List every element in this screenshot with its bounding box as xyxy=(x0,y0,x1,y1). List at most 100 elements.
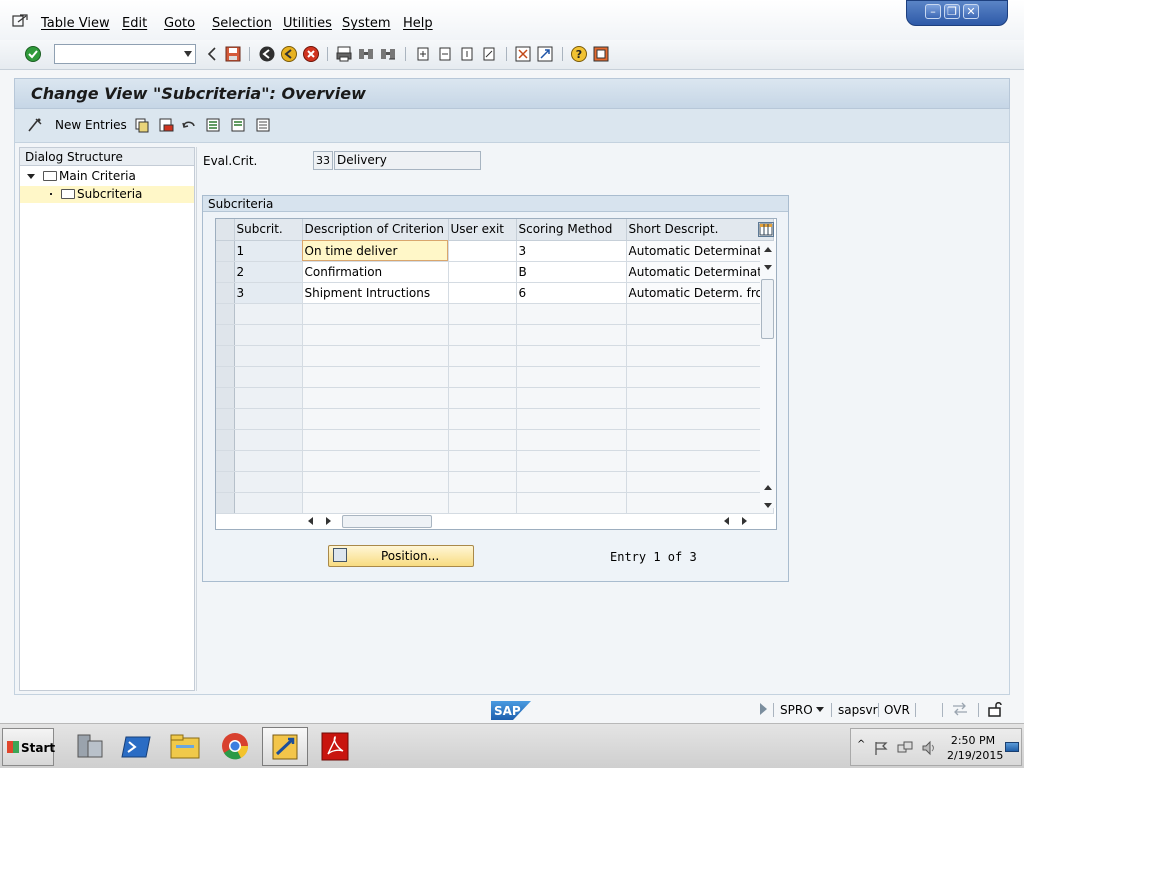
new-session-icon[interactable] xyxy=(514,45,532,63)
row-selector[interactable] xyxy=(216,471,235,493)
user-exit-cell[interactable] xyxy=(448,408,517,430)
subcrit-cell[interactable] xyxy=(234,471,303,493)
scoring-method-cell[interactable] xyxy=(516,303,627,325)
menu-goto[interactable]: Goto xyxy=(164,16,195,31)
save-icon[interactable] xyxy=(224,45,242,63)
scoring-method-cell[interactable] xyxy=(516,429,627,451)
delete-icon[interactable] xyxy=(158,117,174,133)
scroll-right-icon[interactable] xyxy=(326,517,331,525)
row-selector[interactable] xyxy=(216,429,235,451)
show-hidden-icons-icon[interactable]: ^ xyxy=(857,739,865,750)
cancel-icon[interactable] xyxy=(302,45,320,63)
user-exit-cell[interactable] xyxy=(448,261,517,283)
last-page-icon[interactable] xyxy=(480,45,498,63)
chrome-icon[interactable] xyxy=(212,727,258,766)
panel-splitter[interactable] xyxy=(196,147,200,691)
scroll-page-up-icon[interactable] xyxy=(764,485,772,490)
show-desktop-icon[interactable] xyxy=(1005,742,1019,752)
user-exit-cell[interactable] xyxy=(448,240,517,262)
description-cell[interactable] xyxy=(302,450,449,472)
description-cell[interactable] xyxy=(302,303,449,325)
find-next-icon[interactable] xyxy=(379,45,397,63)
row-selector[interactable] xyxy=(216,240,235,262)
row-selector[interactable] xyxy=(216,282,235,304)
sap-logon-icon[interactable] xyxy=(262,727,308,766)
insert-mode[interactable]: OVR xyxy=(884,703,910,717)
expand-triangle-icon[interactable] xyxy=(27,174,35,179)
command-field[interactable] xyxy=(54,44,196,64)
scoring-method-cell[interactable]: 3 xyxy=(516,240,627,262)
previous-page-icon[interactable] xyxy=(436,45,454,63)
menu-selection[interactable]: Selection xyxy=(212,16,272,31)
subcrit-cell[interactable] xyxy=(234,366,303,388)
shortcut-icon[interactable] xyxy=(536,45,554,63)
horizontal-scroll-thumb[interactable] xyxy=(342,515,432,528)
enter-check-icon[interactable] xyxy=(24,45,42,63)
explorer-icon[interactable] xyxy=(162,727,208,766)
scoring-method-cell[interactable]: 6 xyxy=(516,282,627,304)
scoring-method-cell[interactable] xyxy=(516,366,627,388)
column-header-user-exit[interactable]: User exit xyxy=(448,219,517,241)
scoring-method-cell[interactable] xyxy=(516,324,627,346)
deselect-all-icon[interactable] xyxy=(255,117,271,133)
user-exit-cell[interactable] xyxy=(448,387,517,409)
new-entries-button[interactable]: New Entries xyxy=(55,118,127,132)
lock-icon[interactable] xyxy=(986,700,1004,718)
vertical-scrollbar[interactable] xyxy=(760,241,776,508)
subcrit-cell[interactable] xyxy=(234,429,303,451)
row-selector[interactable] xyxy=(216,261,235,283)
scoring-method-cell[interactable] xyxy=(516,408,627,430)
subcrit-cell[interactable] xyxy=(234,303,303,325)
subcrit-cell[interactable] xyxy=(234,345,303,367)
subcrit-cell[interactable] xyxy=(234,324,303,346)
scoring-method-cell[interactable] xyxy=(516,492,627,514)
user-exit-cell[interactable] xyxy=(448,345,517,367)
chevron-down-icon[interactable] xyxy=(184,51,192,57)
find-icon[interactable] xyxy=(357,45,375,63)
column-header-description[interactable]: Description of Criterion xyxy=(302,219,449,241)
menu-edit[interactable]: Edit xyxy=(122,16,147,31)
row-selector[interactable] xyxy=(216,366,235,388)
menu-table-view[interactable]: Table View xyxy=(41,16,110,31)
row-selector[interactable] xyxy=(216,303,235,325)
menu-system[interactable]: System xyxy=(342,16,390,31)
first-page-icon[interactable] xyxy=(414,45,432,63)
server-manager-icon[interactable] xyxy=(66,727,112,766)
vertical-scroll-thumb[interactable] xyxy=(761,279,774,339)
menu-options-icon[interactable] xyxy=(12,14,28,28)
horizontal-scrollbar[interactable] xyxy=(304,513,754,529)
subcrit-cell[interactable]: 3 xyxy=(234,282,303,304)
user-exit-cell[interactable] xyxy=(448,324,517,346)
description-cell[interactable] xyxy=(302,366,449,388)
column-settings-icon[interactable] xyxy=(758,222,774,237)
row-selector[interactable] xyxy=(216,492,235,514)
column-header-scoring-method[interactable]: Scoring Method xyxy=(516,219,627,241)
scoring-method-cell[interactable]: B xyxy=(516,261,627,283)
user-exit-cell[interactable] xyxy=(448,450,517,472)
subcrit-cell[interactable] xyxy=(234,492,303,514)
column-header-subcrit[interactable]: Subcrit. xyxy=(234,219,303,241)
row-selector[interactable] xyxy=(216,345,235,367)
description-cell[interactable] xyxy=(302,492,449,514)
undo-change-icon[interactable] xyxy=(181,117,197,133)
row-selector[interactable] xyxy=(216,387,235,409)
description-cell[interactable] xyxy=(302,429,449,451)
select-all-icon[interactable] xyxy=(205,117,221,133)
scroll-right-end-icon[interactable] xyxy=(742,517,747,525)
copy-as-icon[interactable] xyxy=(134,117,150,133)
print-icon[interactable] xyxy=(335,45,353,63)
scroll-left-end-icon[interactable] xyxy=(724,517,729,525)
back-arrow-icon[interactable] xyxy=(204,45,222,63)
powershell-icon[interactable] xyxy=(114,727,160,766)
exit-icon[interactable] xyxy=(280,45,298,63)
user-exit-cell[interactable] xyxy=(448,429,517,451)
scroll-down-icon[interactable] xyxy=(764,265,772,270)
next-page-icon[interactable] xyxy=(458,45,476,63)
restore-button[interactable]: ❐ xyxy=(944,4,960,19)
minimize-button[interactable]: – xyxy=(925,4,941,19)
description-cell[interactable] xyxy=(302,471,449,493)
action-center-flag-icon[interactable] xyxy=(873,740,889,756)
column-header-short-descript[interactable]: Short Descript. xyxy=(626,219,774,241)
subcrit-cell[interactable] xyxy=(234,387,303,409)
subcrit-cell[interactable]: 1 xyxy=(234,240,303,262)
